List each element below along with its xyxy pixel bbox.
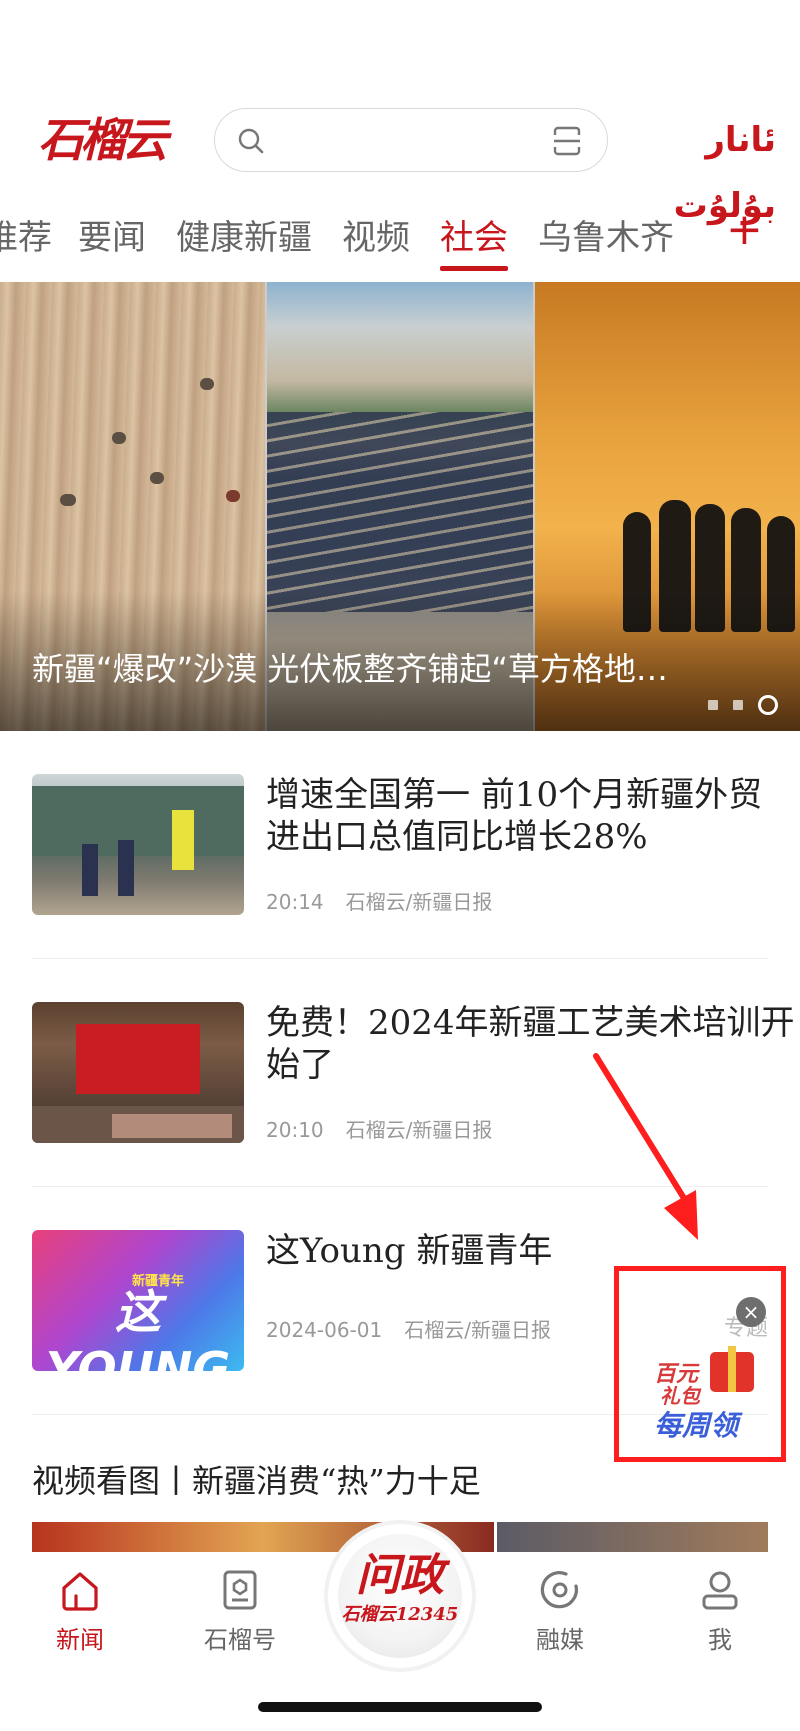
divider — [32, 958, 768, 959]
news-thumbnail-conference-hall — [32, 1002, 244, 1143]
nav-label: 石榴号 — [204, 1626, 276, 1654]
user-icon — [702, 1571, 738, 1610]
news-meta: 2024-06-01 石榴云/新疆日报 — [266, 1314, 551, 1343]
news-thumbnail-young: 新疆青年 这YOUNG — [32, 1230, 244, 1371]
nav-label: 融媒 — [536, 1626, 584, 1654]
news-source: 石榴云/新疆日报 — [345, 1118, 493, 1142]
search-icon — [238, 128, 264, 154]
carousel-dot[interactable] — [732, 699, 743, 710]
video-section-title[interactable]: 视频看图丨新疆消费“热”力十足 — [32, 1456, 481, 1502]
nav-label: 新闻 — [56, 1626, 104, 1654]
wenzheng-badge: 问政 石榴云12345 — [338, 1534, 462, 1658]
active-tab-indicator — [440, 266, 508, 271]
tab-urumqi[interactable]: 乌鲁木齐 — [538, 210, 674, 259]
nav-media[interactable]: 融媒 — [500, 1566, 620, 1655]
news-meta: 20:10 石榴云/新疆日报 — [266, 1114, 492, 1143]
gift-widget-line3[interactable]: 每周领 — [654, 1404, 738, 1444]
news-source: 石榴云/新疆日报 — [345, 890, 493, 914]
news-thumbnail-freight-train — [32, 774, 244, 915]
divider — [32, 1186, 768, 1187]
nav-shiliu-account[interactable]: 石榴号 — [180, 1566, 300, 1655]
tab-healthy-xinjiang[interactable]: 健康新疆 — [176, 210, 312, 259]
tab-headlines[interactable]: 要闻 — [78, 210, 146, 259]
news-meta: 20:14 石榴云/新疆日报 — [266, 886, 492, 915]
banner-carousel[interactable]: 新疆“爆改”沙漠 光伏板整齐铺起“草方格地… — [0, 282, 800, 731]
news-source: 石榴云/新疆日报 — [404, 1318, 551, 1342]
banner-title[interactable]: 新疆“爆改”沙漠 光伏板整齐铺起“草方格地… — [32, 644, 772, 690]
channel-tabs: 推荐 要闻 健康新疆 视频 社会 乌鲁木齐 + — [0, 200, 800, 276]
add-channel-button[interactable]: + — [726, 204, 763, 255]
app-logo-cn: 石榴云 — [38, 107, 178, 173]
carousel-indicator — [698, 694, 778, 718]
news-time: 20:14 — [266, 890, 324, 914]
wenzheng-center-button[interactable]: 问政 石榴云12345 — [328, 1524, 472, 1668]
nav-news[interactable]: 新闻 — [20, 1566, 140, 1655]
tab-society[interactable]: 社会 — [440, 210, 508, 259]
home-icon — [62, 1572, 98, 1611]
news-time: 20:10 — [266, 1118, 324, 1142]
search-input[interactable] — [214, 108, 608, 172]
video-preview-image — [497, 1522, 768, 1552]
tab-recommend[interactable]: 推荐 — [0, 210, 52, 259]
app-logo-cn-text: 石榴云 — [38, 113, 168, 167]
wenzheng-hotline: 石榴云12345 — [341, 1604, 459, 1625]
news-time: 2024-06-01 — [266, 1318, 383, 1342]
home-indicator[interactable] — [258, 1702, 542, 1712]
news-item[interactable]: 增速全国第一 前10个月新疆外贸进出口总值同比增长28% 20:14 石榴云/新疆… — [32, 774, 768, 944]
news-title[interactable]: 增速全国第一 前10个月新疆外贸进出口总值同比增长28% — [266, 774, 796, 858]
wenzheng-title: 问政 — [356, 1550, 444, 1601]
nav-label: 我 — [708, 1626, 732, 1654]
nav-me[interactable]: 我 — [660, 1566, 780, 1655]
app-logo-uyghur: ئانار بۇلۇت — [636, 107, 776, 226]
app-header: 石榴云 ئانار بۇلۇت — [0, 95, 800, 226]
thumbnail-text: 这YOUNG — [45, 1285, 231, 1371]
close-float-button[interactable]: × — [736, 1297, 766, 1327]
media-disc-icon — [540, 1571, 578, 1609]
news-title[interactable]: 免费！2024年新疆工艺美术培训开始了 — [266, 1002, 796, 1086]
badge-icon — [223, 1570, 257, 1610]
carousel-dot[interactable] — [707, 699, 718, 710]
carousel-dot-active[interactable] — [758, 694, 778, 715]
gift-ribbon-icon — [728, 1346, 736, 1392]
scan-icon[interactable] — [549, 123, 585, 159]
tab-video[interactable]: 视频 — [342, 210, 410, 259]
news-item[interactable]: 免费！2024年新疆工艺美术培训开始了 20:10 石榴云/新疆日报 — [32, 1002, 795, 1172]
